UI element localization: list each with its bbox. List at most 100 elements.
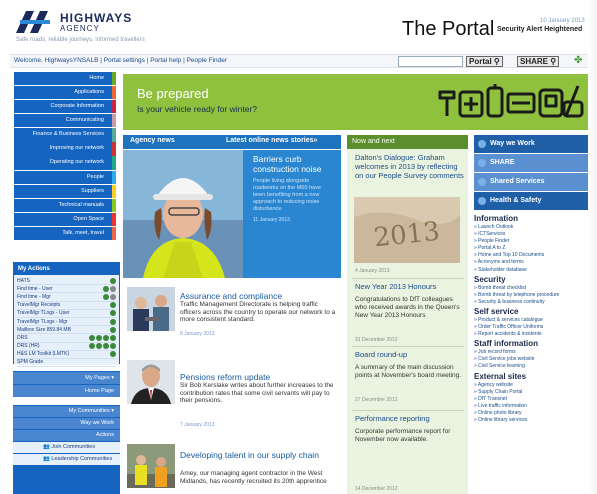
- nav-item-communicating[interactable]: Communicating: [14, 114, 116, 128]
- nn-headline[interactable]: Dalton's Dialogue: Graham welcomes in 20…: [355, 153, 465, 180]
- portrait-photo-icon: [127, 360, 175, 404]
- button-label: Way we Work: [490, 140, 535, 147]
- story-headline[interactable]: Pensions reform update: [180, 372, 340, 382]
- story-headline[interactable]: Assurance and compliance: [180, 291, 340, 301]
- nav-label: Corporate Information: [50, 103, 105, 110]
- count-badge-icon: [103, 285, 109, 292]
- brand-name: HIGHWAYS: [60, 11, 133, 25]
- quick-link[interactable]: DfT Transnet: [474, 396, 588, 403]
- feature-photo[interactable]: [123, 150, 243, 278]
- quick-link[interactable]: Home and Top 10 Documents: [474, 252, 588, 259]
- story-thumbnail[interactable]: [127, 360, 175, 404]
- share-button[interactable]: SHARE: [474, 154, 588, 172]
- brand-subname: AGENCY: [60, 24, 100, 33]
- way-we-work-link[interactable]: Way we Work: [13, 418, 120, 429]
- health-safety-button[interactable]: Health & Safety: [474, 192, 588, 210]
- nav-item-open-space[interactable]: Open Space: [14, 212, 116, 226]
- count-badge-icon: [110, 310, 116, 317]
- count-badge-icon: [110, 334, 116, 341]
- my-communities-header[interactable]: My Communities ▾: [13, 406, 120, 417]
- feature-headline[interactable]: Barriers curb construction noise: [253, 154, 333, 174]
- security-alert[interactable]: Security Alert Heightened: [497, 26, 582, 33]
- nn-headline[interactable]: Performance reporting: [355, 414, 465, 423]
- news-story: Assurance and compliance Traffic Managem…: [123, 287, 341, 341]
- quick-link[interactable]: People Finder: [474, 238, 588, 245]
- quick-link[interactable]: Job record forms: [474, 349, 588, 356]
- button-label: SHARE: [490, 159, 515, 166]
- story-date: 8 January 2013: [180, 331, 215, 337]
- quick-link[interactable]: Civil Service learning: [474, 363, 588, 370]
- quick-link[interactable]: Agency website: [474, 382, 588, 389]
- quick-link[interactable]: Order Traffic Officer Uniforms: [474, 324, 588, 331]
- nn-headline[interactable]: New Year 2013 Honours: [355, 282, 465, 291]
- right-column: Way we Work SHARE Shared Services Health…: [474, 135, 588, 211]
- highways-agency-logo-icon[interactable]: [16, 11, 54, 33]
- quick-link[interactable]: Acronyms and terms: [474, 259, 588, 266]
- quick-link[interactable]: Stakeholder database: [474, 267, 588, 274]
- nav-item-suppliers[interactable]: Suppliers: [14, 184, 116, 198]
- search-input[interactable]: [398, 56, 463, 67]
- join-communities-link[interactable]: 👥 Join Communities: [13, 442, 120, 453]
- action-item[interactable]: TravelMgr Receipts: [17, 302, 116, 310]
- nav-item-people[interactable]: People: [14, 170, 116, 184]
- nav-item-operating[interactable]: Operating our network: [14, 156, 116, 170]
- my-pages-panel: My Pages ▾ Home Page: [13, 371, 120, 397]
- arrow-circle-icon: [478, 178, 486, 186]
- arrow-circle-icon: [478, 140, 486, 148]
- section-title: Security: [474, 274, 506, 284]
- story-thumbnail[interactable]: [127, 444, 175, 488]
- action-item[interactable]: Find time - Mgr: [17, 293, 116, 302]
- quick-link[interactable]: Launch Outlook: [474, 224, 588, 231]
- quick-links: Information Launch Outlook ICTServices P…: [474, 213, 588, 424]
- nav-item-home[interactable]: Home: [14, 72, 116, 86]
- quick-link[interactable]: Portal A to Z: [474, 245, 588, 252]
- divider: [352, 346, 464, 347]
- leadership-communities-link[interactable]: 👥 Leadership Communities: [13, 454, 120, 465]
- action-item[interactable]: DRS (HR): [17, 343, 116, 351]
- story-headline[interactable]: Developing talent in our supply chain: [180, 450, 340, 460]
- my-pages-header[interactable]: My Pages ▾: [13, 372, 120, 384]
- quick-link[interactable]: Live traffic information: [474, 403, 588, 410]
- utility-links[interactable]: Welcome, HighwaysYNSALB | Portal setting…: [14, 57, 227, 64]
- story-thumbnail[interactable]: [127, 287, 175, 331]
- action-item[interactable]: Mailbox Size 859.84 MB: [17, 326, 116, 335]
- action-label: TravelMgr TLogs - User: [17, 310, 70, 317]
- quick-link[interactable]: Security & business continuity: [474, 299, 588, 306]
- action-item[interactable]: HATS: [17, 277, 116, 286]
- nav-item-corporate-information[interactable]: Corporate Information: [14, 100, 116, 114]
- home-page-link[interactable]: Home Page: [13, 385, 120, 397]
- action-item[interactable]: DRS: [17, 334, 116, 343]
- feed-icon[interactable]: ✤: [574, 55, 585, 66]
- nn-body: A summary of the main discussion points …: [355, 364, 462, 379]
- sand-2013-photo[interactable]: 2013: [354, 197, 460, 263]
- quick-link[interactable]: Civil Service jobs website: [474, 356, 588, 363]
- quick-link[interactable]: ICTServices: [474, 231, 588, 238]
- quick-link[interactable]: Bomb threat by telephone procedure: [474, 292, 588, 299]
- portal-search-button[interactable]: Portal ⚲: [466, 56, 503, 67]
- action-item[interactable]: TravelMgr TLogs - Mgr: [17, 318, 116, 327]
- nav-item-finance[interactable]: Finance & Business Services: [14, 128, 116, 142]
- quick-link[interactable]: Bomb threat checklist: [474, 285, 588, 292]
- action-item[interactable]: H&S LM Toolkit (LMTK): [17, 351, 116, 359]
- actions-link[interactable]: Actions: [13, 430, 120, 441]
- nav-item-talk-meet-travel[interactable]: Talk, meet, travel: [14, 226, 116, 241]
- quick-link[interactable]: Report accidents & incidents: [474, 331, 588, 338]
- shared-services-button[interactable]: Shared Services: [474, 173, 588, 191]
- quick-link[interactable]: Online photo library: [474, 410, 588, 417]
- nn-headline[interactable]: Board round-up: [355, 350, 465, 359]
- latest-online-news-link[interactable]: Latest online news stories»: [226, 137, 317, 144]
- count-badge-icon: [110, 285, 116, 292]
- share-search-button[interactable]: SHARE ⚲: [517, 56, 560, 67]
- action-item[interactable]: TravelMgr TLogs - User: [17, 310, 116, 318]
- nav-item-technical-manuals[interactable]: Technical manuals: [14, 198, 116, 212]
- quick-link[interactable]: Online library services: [474, 417, 588, 424]
- quick-link[interactable]: Product & services catalogue: [474, 317, 588, 324]
- nav-item-improving[interactable]: Improving our network: [14, 142, 116, 156]
- action-item[interactable]: Find time - User: [17, 285, 116, 294]
- way-we-work-button[interactable]: Way we Work: [474, 135, 588, 153]
- quick-link[interactable]: Supply Chain Portal: [474, 389, 588, 396]
- nav-label: Applications: [74, 89, 104, 96]
- action-item[interactable]: SPM Grade: [17, 359, 116, 368]
- nav-item-applications[interactable]: Applications: [14, 86, 116, 100]
- feature-story[interactable]: Barriers curb construction noise People …: [243, 150, 341, 278]
